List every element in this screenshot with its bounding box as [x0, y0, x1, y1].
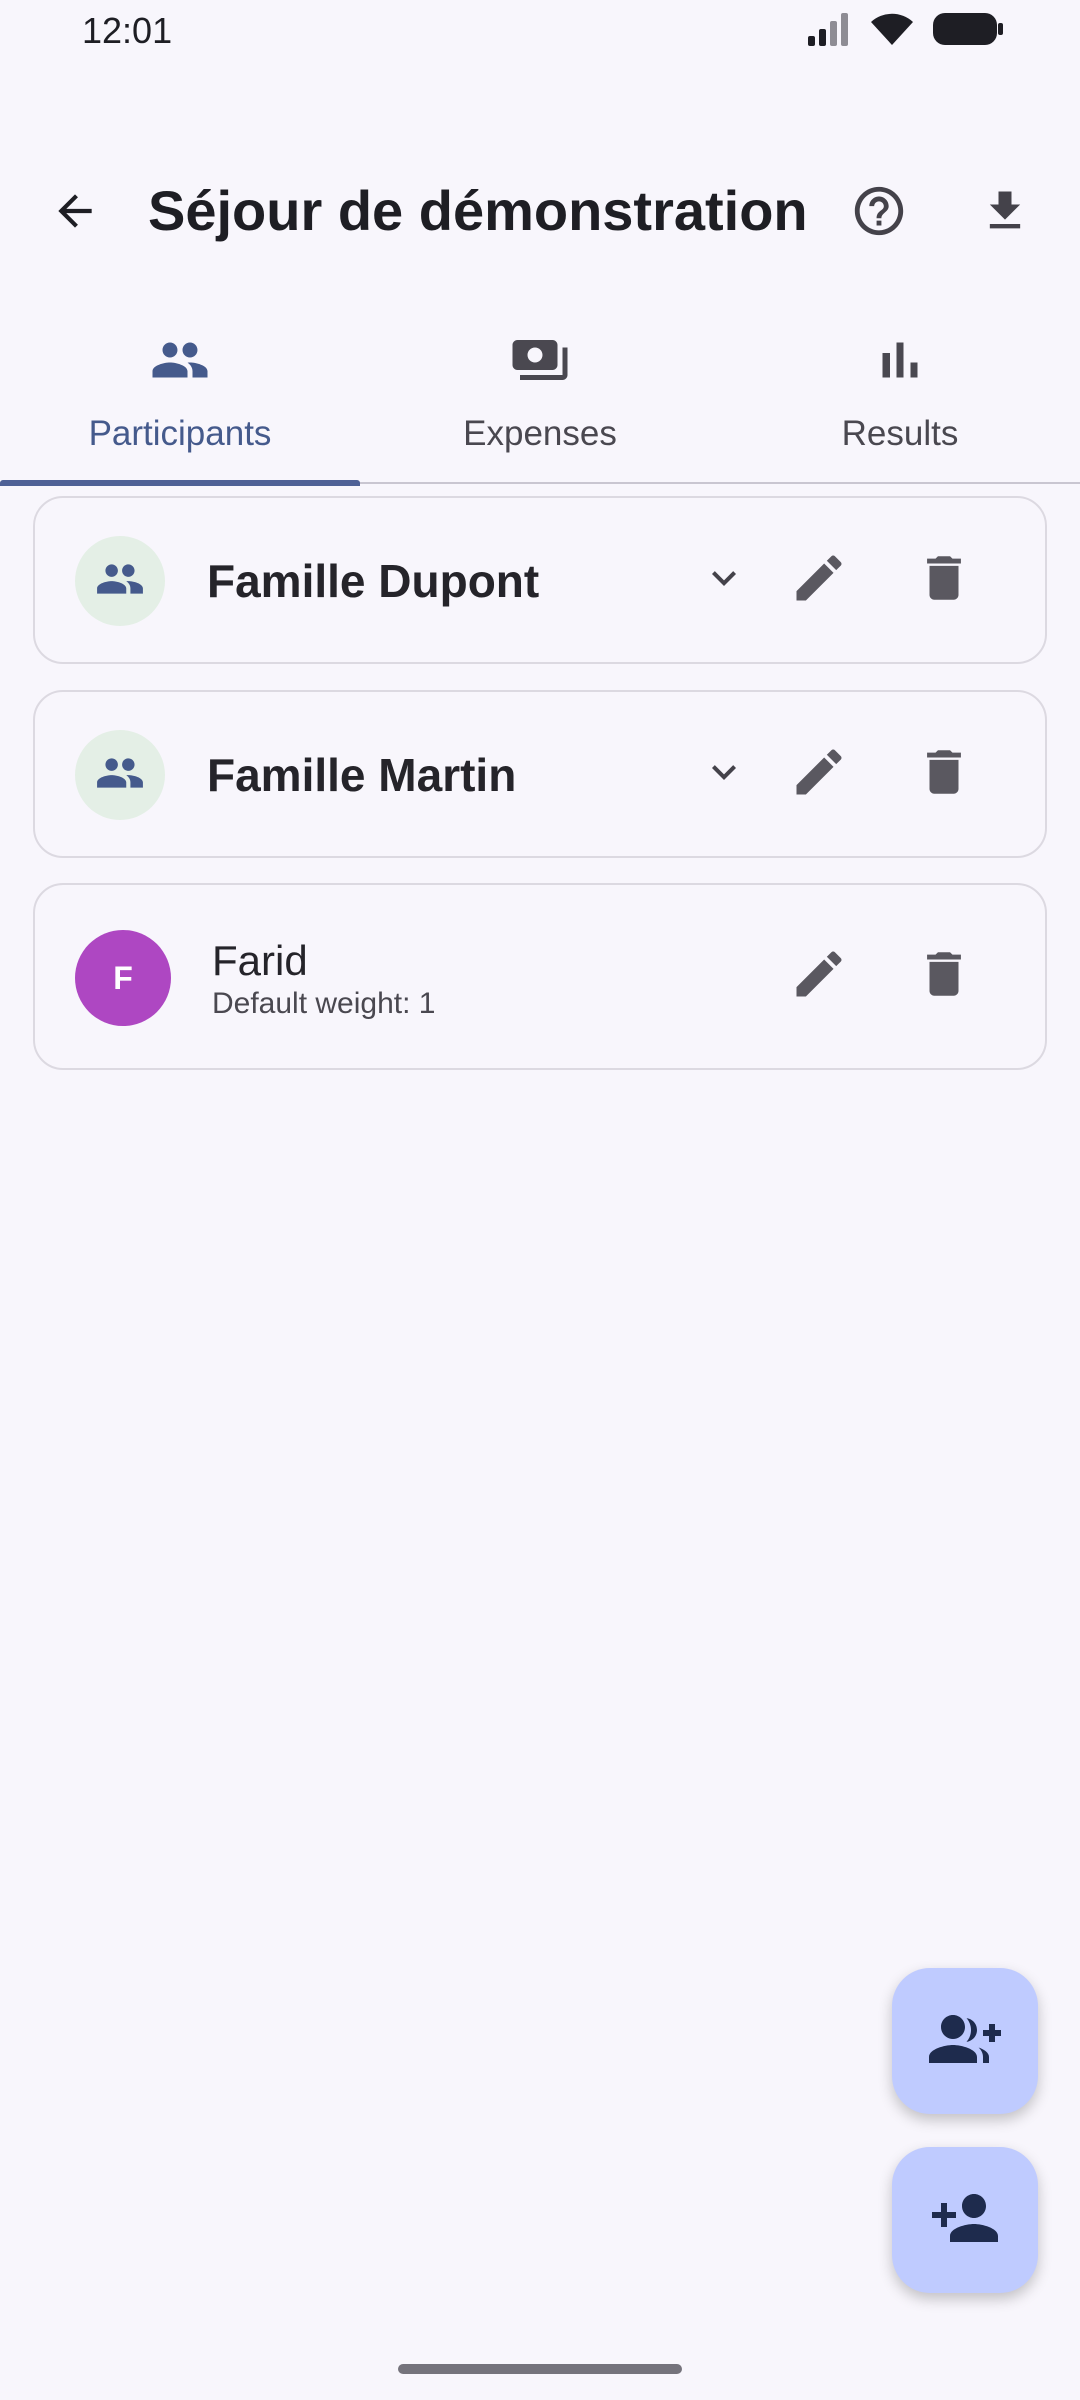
participant-person-card[interactable]: F Farid Default weight: 1 [33, 883, 1047, 1070]
avatar: F [75, 930, 171, 1026]
arrow-left-icon [50, 186, 100, 241]
trash-icon [915, 743, 973, 806]
download-icon [979, 185, 1031, 242]
payments-icon [510, 330, 570, 390]
person-add-icon [929, 2182, 1001, 2259]
tab-active-indicator [0, 480, 360, 486]
signal-icon [806, 12, 852, 51]
battery-icon [932, 12, 1004, 51]
trash-icon [915, 945, 973, 1008]
tab-participants[interactable]: Participants [0, 312, 360, 486]
tab-results[interactable]: Results [720, 312, 1080, 484]
group-name: Famille Martin [207, 749, 517, 801]
group-avatar [75, 730, 165, 820]
edit-button[interactable] [784, 545, 854, 615]
pencil-icon [789, 944, 849, 1009]
chevron-down-icon [700, 748, 748, 801]
delete-button[interactable] [909, 739, 979, 809]
status-icons [806, 12, 1004, 51]
pencil-icon [789, 742, 849, 807]
group-avatar [75, 536, 165, 626]
add-person-button[interactable] [892, 2147, 1038, 2293]
page-title: Séjour de démonstration [148, 179, 808, 242]
tab-label: Results [841, 414, 959, 453]
top-app-bar: Séjour de démonstration [0, 150, 1080, 276]
participant-group-card[interactable]: Famille Dupont [33, 496, 1047, 664]
group-icon [95, 748, 145, 803]
status-time: 12:01 [82, 10, 173, 51]
edit-button[interactable] [784, 739, 854, 809]
download-button[interactable] [972, 180, 1038, 246]
status-bar: 12:01 [0, 0, 1080, 64]
group-name: Famille Dupont [207, 555, 540, 607]
chevron-down-icon [700, 554, 748, 607]
wifi-icon [870, 12, 914, 51]
participant-weight: Default weight: 1 [212, 987, 436, 1020]
pencil-icon [789, 548, 849, 613]
delete-button[interactable] [909, 941, 979, 1011]
tab-expenses[interactable]: Expenses [360, 312, 720, 484]
participant-group-card[interactable]: Famille Martin [33, 690, 1047, 858]
add-group-button[interactable] [892, 1968, 1038, 2114]
group-icon [95, 554, 145, 609]
expand-button[interactable] [689, 739, 759, 809]
screen: 12:01 Séjour de démonstration Participan… [0, 0, 1080, 2400]
edit-button[interactable] [784, 941, 854, 1011]
tab-bar: Participants Expenses Results [0, 312, 1080, 486]
group-add-icon [929, 2003, 1001, 2080]
tab-label: Expenses [463, 414, 617, 453]
help-button[interactable] [846, 180, 912, 246]
group-icon [150, 330, 210, 390]
delete-button[interactable] [909, 545, 979, 615]
tab-label: Participants [88, 414, 272, 453]
help-circle-icon [850, 182, 908, 245]
trash-icon [915, 549, 973, 612]
expand-button[interactable] [689, 545, 759, 615]
participant-name: Farid [212, 937, 308, 984]
back-button[interactable] [42, 180, 108, 246]
bar-chart-icon [870, 330, 930, 390]
home-indicator[interactable] [398, 2364, 682, 2374]
